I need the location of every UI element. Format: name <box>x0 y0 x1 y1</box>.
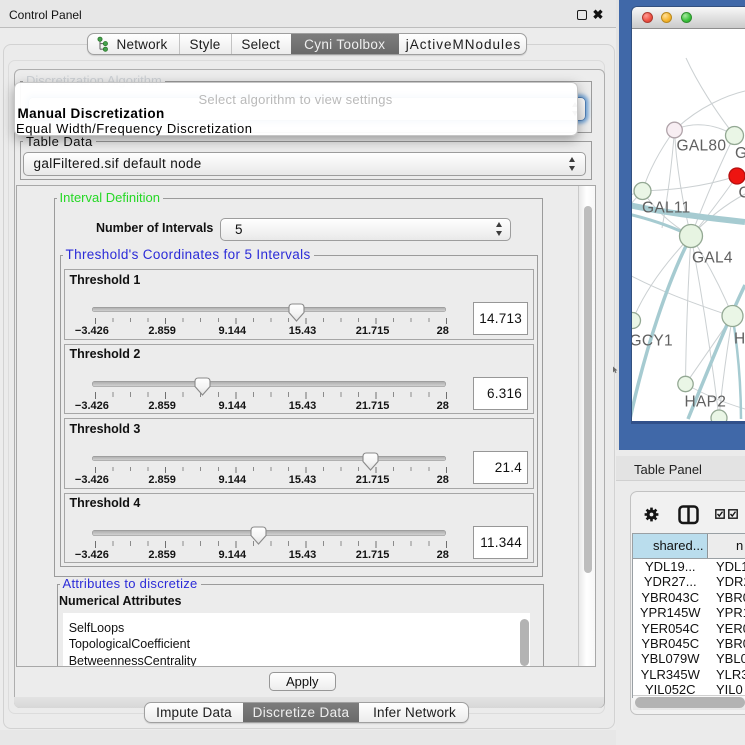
svg-text:GAL4: GAL4 <box>692 250 733 267</box>
svg-text:GAL11: GAL11 <box>642 200 691 217</box>
svg-text:C: C <box>739 185 745 202</box>
svg-text:GAL80: GAL80 <box>677 138 727 155</box>
svg-text:HAP2: HAP2 <box>685 394 727 411</box>
svg-text:GCY1: GCY1 <box>632 333 673 350</box>
svg-text:H: H <box>734 331 745 348</box>
svg-text:GA: GA <box>735 145 745 162</box>
